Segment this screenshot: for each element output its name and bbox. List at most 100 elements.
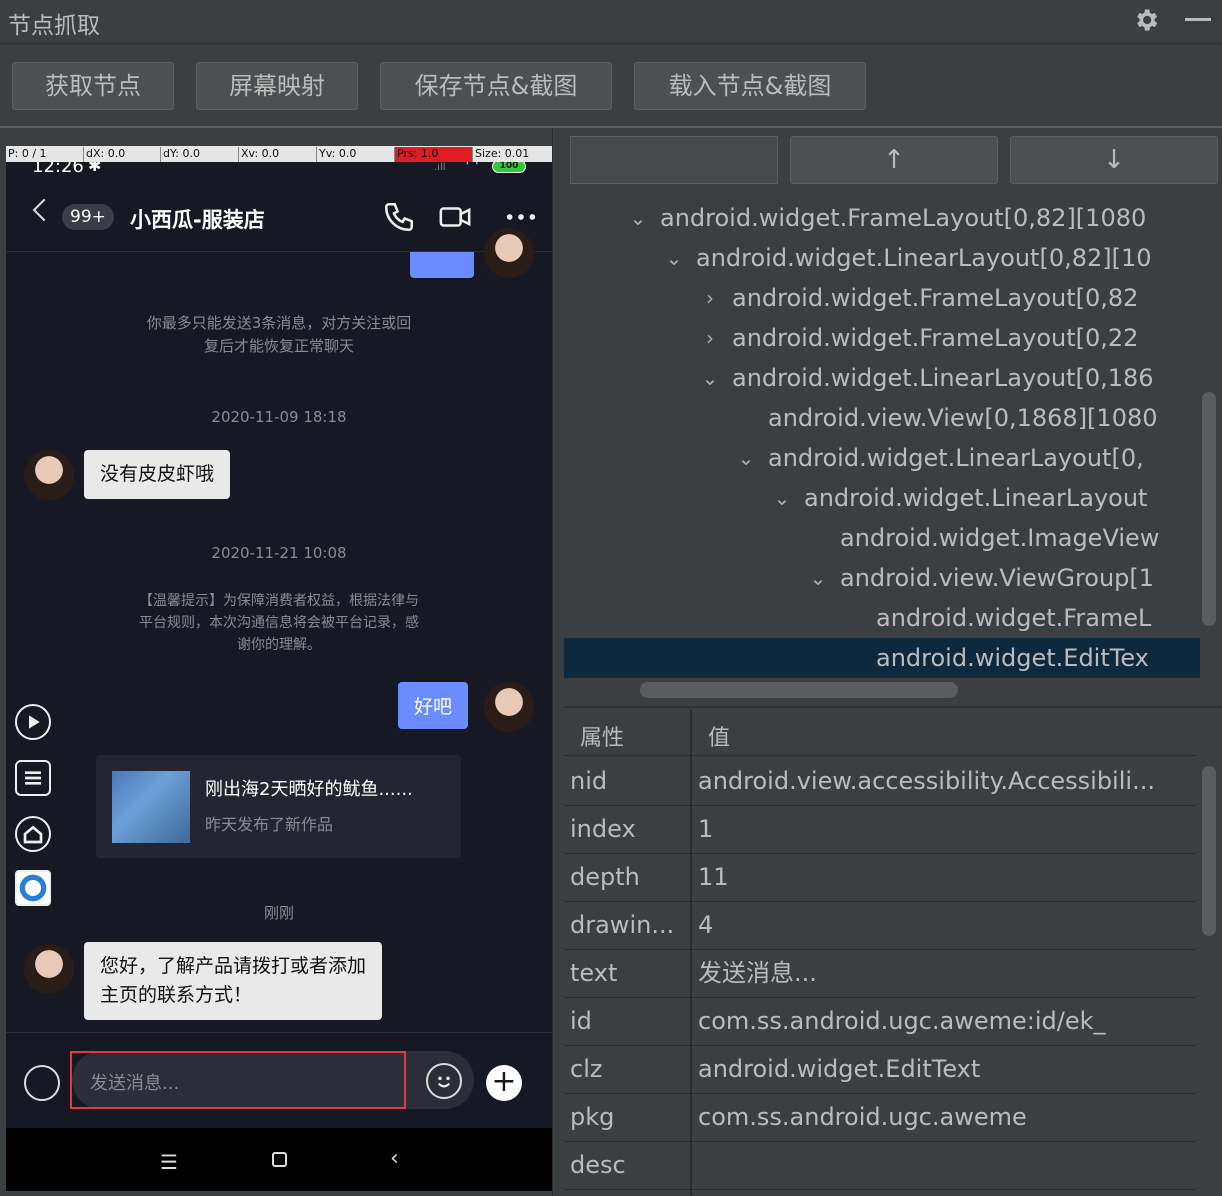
property-row[interactable]: id com.ss.android.ugc.aweme:id/ek_	[564, 998, 1196, 1046]
header-key: 属性	[580, 726, 625, 751]
timestamp: 2020-11-21 10:08	[211, 544, 347, 562]
phone-screen[interactable]: 12:26 ✱ .ıll ◠ 100 P: 0 / 1 dX: 0.0 dY: …	[6, 146, 552, 1191]
tree-node[interactable]: ⌄ android.widget.LinearLayout[0,	[564, 438, 1200, 478]
tree-node[interactable]: android.widget.FrameL	[564, 598, 1200, 638]
property-row[interactable]: depth 11	[564, 854, 1196, 902]
outgoing-message[interactable]: 好吧	[398, 682, 469, 729]
chat-header: 99+ 小西瓜-服装店	[6, 180, 552, 252]
avatar	[24, 944, 74, 994]
back-icon[interactable]	[32, 198, 56, 222]
property-row[interactable]: clz android.widget.EditText	[564, 1046, 1196, 1094]
list-icon[interactable]	[15, 760, 51, 796]
chevron-down-icon[interactable]: ⌄	[628, 198, 648, 238]
coord-dy: dY: 0.0	[160, 147, 200, 162]
node-tree[interactable]: ⌄ android.widget.FrameLayout[0,82][1080 ⌄ a…	[564, 188, 1200, 678]
property-table-header: 属性 值	[564, 710, 1196, 756]
back-nav-icon[interactable]: ‹	[390, 1146, 399, 1171]
tree-horizontal-scrollbar[interactable]	[640, 682, 958, 698]
tree-node[interactable]: android.view.View[0,1868][1080	[564, 398, 1200, 438]
chevron-right-icon[interactable]: ›	[700, 318, 720, 358]
emoji-icon[interactable]	[426, 1063, 462, 1099]
property-value: android.widget.EditText	[698, 1055, 981, 1083]
incoming-message[interactable]: 没有皮皮虾哦	[84, 450, 231, 499]
property-value: 11	[698, 863, 729, 891]
title-bar: 节点抓取	[0, 0, 1222, 44]
property-value: com.ss.android.ugc.aweme:id/ek_	[698, 1007, 1106, 1035]
panel-splitter[interactable]	[552, 128, 564, 1196]
tree-node-label: android.widget.LinearLayout[0,	[768, 444, 1144, 472]
tree-node[interactable]: ⌄ android.widget.FrameLayout[0,82][1080	[564, 198, 1200, 238]
home-icon[interactable]	[15, 816, 51, 852]
tree-node-label: android.widget.LinearLayout[0,186	[732, 364, 1154, 392]
panel-divider	[564, 706, 1222, 708]
tree-node-label: android.widget.FrameLayout[0,82	[732, 284, 1139, 312]
chevron-right-icon[interactable]: ›	[700, 278, 720, 318]
tree-node[interactable]: ⌄ android.widget.LinearLayout	[564, 478, 1200, 518]
property-row[interactable]: pkg com.ss.android.ugc.aweme	[564, 1094, 1196, 1142]
message-input[interactable]: 发送消息...	[90, 1069, 179, 1095]
screen-map-button[interactable]: 屏幕映射	[196, 62, 358, 110]
tree-node[interactable]: ⌄ android.view.ViewGroup[1	[564, 558, 1200, 598]
tree-vertical-scrollbar[interactable]	[1202, 392, 1216, 626]
tree-node-label: android.view.ViewGroup[1	[840, 564, 1155, 592]
tree-node[interactable]: android.widget.ImageView	[564, 518, 1200, 558]
tree-node[interactable]: › android.widget.FrameLayout[0,22	[564, 318, 1200, 358]
chat-title: 小西瓜-服装店	[130, 208, 265, 232]
property-row[interactable]: desc	[564, 1142, 1196, 1190]
video-call-icon[interactable]	[438, 200, 472, 234]
incoming-message[interactable]: 您好，了解产品请拨打或者添加 主页的联系方式！	[84, 942, 383, 1020]
limit-notice-line2: 复后才能恢复正常聊天	[203, 337, 354, 355]
property-row[interactable]: drawin... 4	[564, 902, 1196, 950]
add-icon[interactable]: +	[486, 1065, 522, 1101]
tree-node[interactable]: ⌄ android.widget.LinearLayout[0,186	[564, 358, 1200, 398]
load-nodes-screenshot-button[interactable]: 载入节点&截图	[634, 62, 866, 110]
chevron-down-icon[interactable]: ⌄	[664, 238, 684, 278]
property-key: id	[570, 1007, 592, 1035]
property-key: desc	[570, 1151, 626, 1179]
tree-node-label: android.widget.LinearLayout	[804, 484, 1148, 512]
property-row[interactable]: text 发送消息...	[564, 950, 1196, 998]
coord-xv: Xv: 0.0	[238, 147, 279, 162]
save-nodes-screenshot-button[interactable]: 保存节点&截图	[380, 62, 612, 110]
tree-node[interactable]: › android.widget.FrameLayout[0,82	[564, 278, 1200, 318]
voice-icon[interactable]	[24, 1065, 60, 1101]
video-share-card[interactable]: 刚出海2天晒好的鱿鱼...... 昨天发布了新作品	[96, 755, 461, 858]
header-value: 值	[708, 726, 731, 751]
search-input[interactable]	[570, 136, 778, 184]
tree-node[interactable]: ⌄ android.widget.LinearLayout[0,82][10	[564, 238, 1200, 278]
chevron-down-icon[interactable]: ⌄	[772, 478, 792, 518]
tree-node-label: android.view.View[0,1868][1080	[768, 404, 1158, 432]
card-subtitle: 昨天发布了新作品	[205, 815, 334, 834]
limit-notice-line1: 你最多只能发送3条消息，对方关注或回	[146, 314, 412, 332]
android-navbar: ☰ ‹	[6, 1128, 552, 1191]
prev-node-button[interactable]: ↑	[790, 136, 998, 184]
tree-node-partial	[564, 188, 1200, 198]
signal-icon: .ıll	[434, 162, 446, 173]
tree-node[interactable]: android.widget.EditTex	[564, 638, 1200, 678]
phone-call-icon[interactable]	[382, 200, 416, 234]
property-scrollbar[interactable]	[1202, 766, 1216, 936]
gear-icon[interactable]	[1132, 6, 1160, 34]
get-nodes-button[interactable]: 获取节点	[12, 62, 174, 110]
chevron-down-icon[interactable]: ⌄	[736, 438, 756, 478]
minimize-icon[interactable]	[1185, 18, 1211, 21]
property-row[interactable]: index 1	[564, 806, 1196, 854]
next-node-button[interactable]: ↓	[1010, 136, 1218, 184]
play-icon[interactable]	[15, 704, 51, 740]
app-logo-icon[interactable]	[15, 870, 51, 906]
message-list[interactable]: 你最多只能发送3条消息，对方关注或回 复后才能恢复正常聊天 2020-11-09…	[6, 228, 552, 1032]
timestamp: 刚刚	[263, 904, 294, 922]
coord-p: P: 0 / 1	[8, 147, 47, 160]
outgoing-emoji-bubble	[410, 252, 474, 278]
chevron-down-icon[interactable]: ⌄	[808, 558, 828, 598]
property-row[interactable]: nid android.view.accessibility.Accessibil…	[564, 758, 1196, 806]
chevron-down-icon[interactable]: ⌄	[700, 358, 720, 398]
toolbar-divider	[0, 126, 1222, 128]
tree-node-label: android.widget.FrameL	[876, 604, 1152, 632]
message-line: 您好，了解产品请拨打或者添加	[100, 955, 367, 977]
tree-node-label: android.widget.ImageView	[840, 524, 1160, 552]
column-separator[interactable]	[690, 710, 692, 1196]
home-square-icon[interactable]	[272, 1152, 287, 1167]
menu-icon[interactable]: ☰	[160, 1150, 178, 1174]
property-value: 发送消息...	[698, 959, 817, 987]
